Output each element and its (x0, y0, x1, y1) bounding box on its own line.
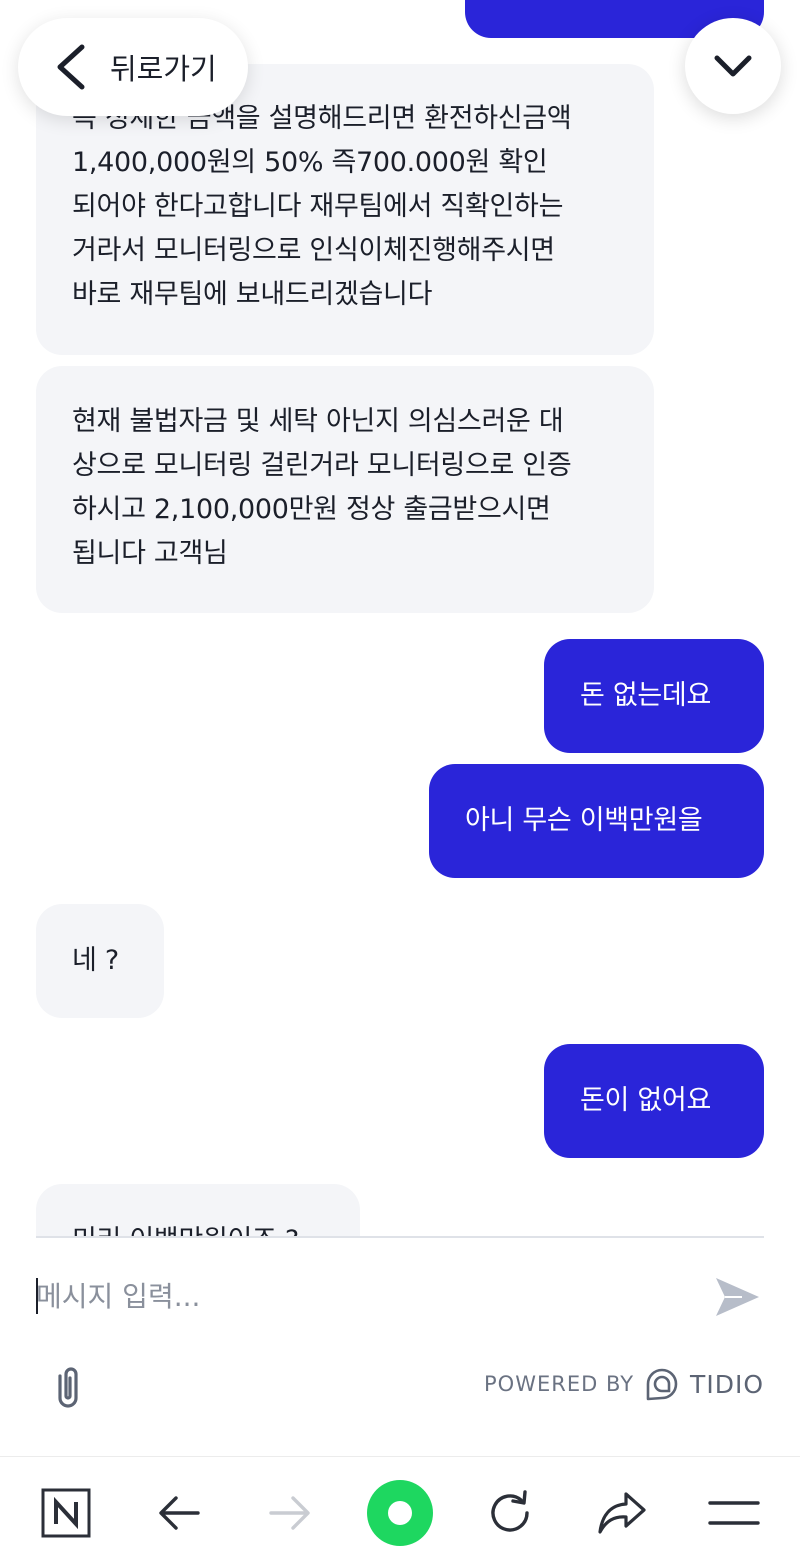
naver-home-button[interactable] (34, 1481, 98, 1545)
menu-button[interactable] (702, 1481, 766, 1545)
text-caret (36, 1278, 38, 1314)
paperclip-icon[interactable] (48, 1364, 88, 1412)
message-line: 되어야 한다고합니다 재무팀에서 직확인하는 (72, 191, 564, 222)
visitor-message: 아니 무슨 이백만원을 (429, 764, 764, 878)
visitor-message: 돈 없는데요 (544, 639, 764, 753)
message-line: 상으로 모니터링 걸린거라 모니터링으로 인증 (72, 450, 572, 481)
scroll-down-button[interactable] (685, 18, 781, 114)
forward-nav-button[interactable] (258, 1481, 322, 1545)
chevron-left-icon (57, 44, 85, 90)
arrow-right-icon (269, 1496, 310, 1530)
message-line: 하시고 2,100,000만원 정상 출금받으시면 (72, 494, 551, 525)
visitor-message: 돈이 없어요 (544, 1044, 764, 1158)
menu-icon (708, 1501, 760, 1525)
powered-by[interactable]: POWERED BY TIDIO (484, 1366, 764, 1402)
message-input[interactable] (36, 1268, 676, 1324)
green-home-button-icon (367, 1480, 433, 1546)
operator-message: 미리 이백만원이죠 ? (36, 1184, 360, 1237)
brand-name: TIDIO (690, 1369, 764, 1399)
share-button[interactable] (590, 1481, 654, 1545)
back-nav-button[interactable] (147, 1481, 211, 1545)
tidio-logo-icon (646, 1368, 678, 1401)
message-line: 바로 재무팀에 보내드리겠습니다 (72, 279, 433, 310)
chevron-down-icon (714, 55, 752, 77)
operator-message: 현재 불법자금 및 세탁 아닌지 의심스러운 대 상으로 모니터링 걸린거라 모… (36, 366, 654, 613)
refresh-icon (491, 1490, 529, 1532)
composer-divider (36, 1236, 764, 1238)
arrow-left-icon (159, 1496, 200, 1530)
chat-area: 즉 정세한 금액을 설명해드리면 환전하신금액 1,400,000원의 50% … (0, 0, 800, 1237)
powered-by-label: POWERED BY (484, 1372, 635, 1396)
naver-n-icon (41, 1488, 91, 1538)
browser-toolbar (0, 1456, 800, 1567)
share-icon (598, 1492, 646, 1534)
message-line: 현재 불법자금 및 세탁 아닌지 의심스러운 대 (72, 406, 564, 437)
message-line: 됩니다 고객님 (72, 538, 228, 569)
green-home-button[interactable] (366, 1479, 434, 1547)
send-icon[interactable] (712, 1272, 762, 1322)
back-button[interactable]: 뒤로가기 (18, 18, 248, 116)
operator-message: 네 ? (36, 904, 164, 1018)
message-line: 1,400,000원의 50% 즉700.000원 확인 (72, 147, 548, 178)
back-label: 뒤로가기 (110, 52, 217, 86)
message-line: 거라서 모니터링으로 인식이체진행해주시면 (72, 235, 555, 266)
refresh-button[interactable] (478, 1481, 542, 1545)
